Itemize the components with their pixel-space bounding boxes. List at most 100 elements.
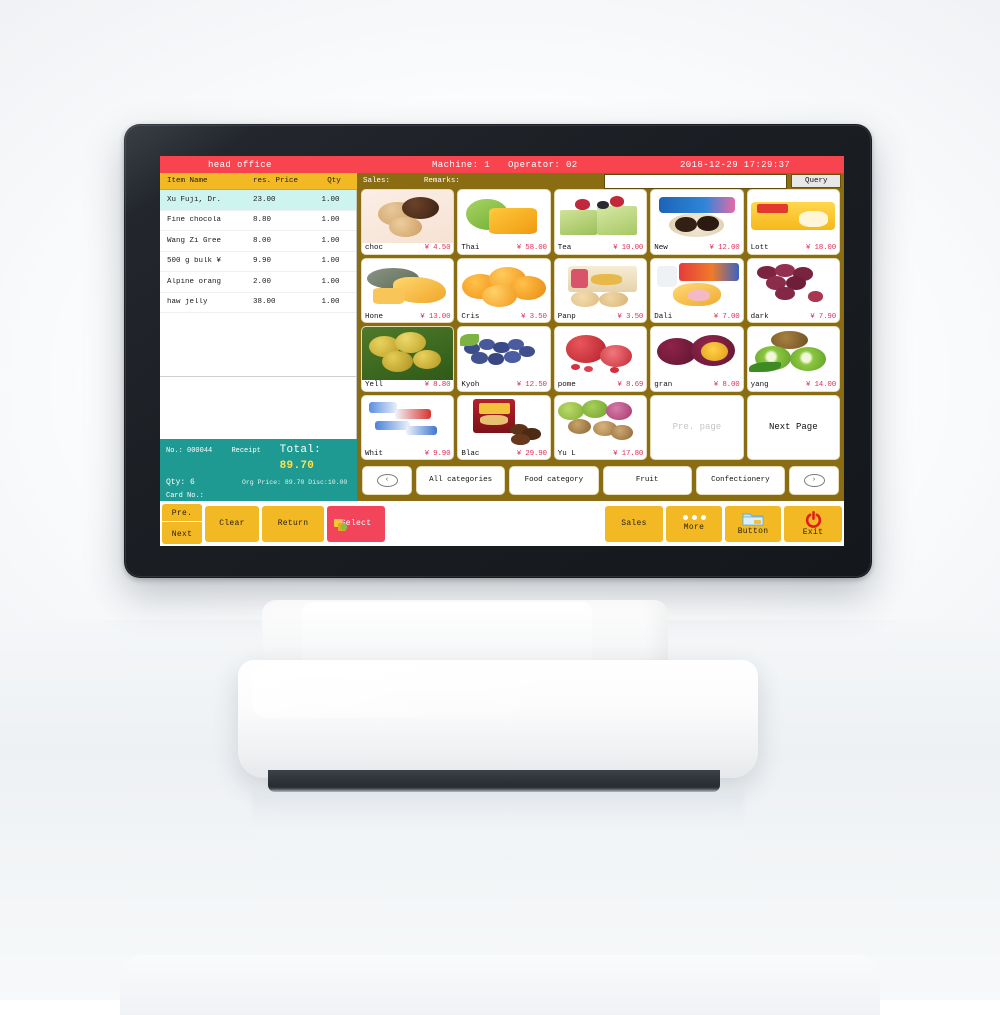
- product-image: [554, 190, 647, 243]
- order-row[interactable]: Wang Zi Gree 8.00 1.00: [160, 231, 356, 252]
- category-button[interactable]: All categories: [416, 465, 506, 495]
- sales-label: Sales:: [363, 177, 391, 185]
- order-row-name: Alpine orang: [167, 277, 222, 286]
- product-tile[interactable]: Yu L ¥ 17.80: [553, 394, 648, 460]
- category-button[interactable]: Confectionery: [695, 465, 785, 495]
- product-price: ¥ 10.00: [613, 244, 644, 252]
- column-item-name: Item Name: [167, 177, 208, 185]
- order-row[interactable]: Alpine orang 2.00 1.00: [160, 272, 356, 293]
- prev-button-label[interactable]: Pre.: [162, 505, 202, 522]
- product-panel-header: Sales: Remarks: Query: [357, 173, 844, 189]
- product-image: [554, 395, 647, 448]
- order-row-name: Fine chocola: [167, 216, 222, 225]
- studio-background: head office Machine: 1 Operator: 02 2018…: [0, 0, 1000, 1015]
- product-tile[interactable]: Blac ¥ 29.90: [457, 394, 551, 460]
- product-panel: Sales: Remarks: Query choc ¥ 4.50 Thai ¥ 58…: [357, 173, 844, 501]
- more-button[interactable]: More: [666, 505, 722, 542]
- product-tile[interactable]: Dali ¥ 7.00: [650, 257, 744, 323]
- order-panel: Item Name res. Price Qty Xu Fuji, Dr. 23.…: [160, 173, 357, 502]
- pos-screen: head office Machine: 1 Operator: 02 2018…: [160, 156, 844, 546]
- product-tile[interactable]: New ¥ 12.00: [650, 189, 744, 255]
- order-row[interactable]: Xu Fuji, Dr. 23.00 1.00: [160, 190, 356, 211]
- product-tile[interactable]: gran ¥ 8.00: [650, 326, 744, 392]
- product-tile[interactable]: Tea ¥ 10.00: [553, 189, 648, 255]
- product-name: pome: [557, 381, 576, 389]
- select-button[interactable]: Select: [327, 505, 385, 542]
- product-tile[interactable]: choc ¥ 4.50: [361, 189, 455, 255]
- product-image: [747, 258, 839, 311]
- product-tile[interactable]: Hone ¥ 13.00: [361, 257, 455, 323]
- product-price: ¥ 8.69: [617, 381, 644, 389]
- product-image: [651, 190, 743, 243]
- order-row-price: 23.00: [253, 195, 276, 204]
- product-name: Cris: [461, 312, 480, 321]
- product-image: [458, 395, 550, 448]
- order-row[interactable]: haw jelly 38.00 1.00: [160, 293, 356, 313]
- search-input[interactable]: [604, 173, 788, 189]
- product-tile[interactable]: Whit ¥ 9.90: [361, 394, 455, 460]
- product-image: [747, 190, 839, 243]
- order-row-qty: 1.00: [321, 257, 340, 266]
- product-tile[interactable]: dark ¥ 7.90: [746, 257, 840, 323]
- product-caption: Panp ¥ 3.50: [555, 311, 646, 322]
- product-tile[interactable]: Thai ¥ 58.00: [457, 189, 551, 255]
- product-tile[interactable]: Panp ¥ 3.50: [553, 257, 648, 323]
- order-row-qty: 1.00: [321, 277, 340, 286]
- more-button-label: More: [683, 523, 705, 532]
- receipt-label: Receipt: [231, 447, 261, 456]
- order-row-name: haw jelly: [167, 298, 208, 307]
- order-row[interactable]: Fine chocola 8.80 1.00: [160, 211, 356, 231]
- stand-reflection: [252, 790, 744, 860]
- next-button-label[interactable]: Next: [162, 526, 202, 542]
- product-caption: Yu L ¥ 17.80: [555, 448, 646, 459]
- function-button[interactable]: Button: [725, 505, 781, 542]
- chevron-right-icon: ›: [803, 473, 825, 487]
- product-name: New: [654, 244, 668, 252]
- next-page-button[interactable]: Next Page: [746, 394, 840, 460]
- column-qty: Qty: [327, 177, 341, 185]
- product-tile[interactable]: Cris ¥ 3.50: [457, 257, 551, 323]
- prev-page-button[interactable]: Pre. page: [650, 394, 744, 460]
- order-row-qty: 1.00: [321, 195, 340, 204]
- product-image: [362, 327, 454, 380]
- order-row[interactable]: 500 g bulk ¥ 9.90 1.00: [160, 252, 356, 272]
- product-price: ¥ 18.00: [805, 244, 836, 252]
- order-rows[interactable]: Xu Fuji, Dr. 23.00 1.00 Fine chocola 8.80 1.0…: [160, 190, 357, 376]
- prev-next-button[interactable]: Pre. Next: [162, 503, 202, 544]
- function-button-label: Button: [737, 527, 769, 536]
- product-tile[interactable]: Lott ¥ 18.00: [746, 189, 840, 255]
- toolbar-spacer: [388, 505, 602, 542]
- table-reflection: [120, 955, 880, 1015]
- query-button[interactable]: Query: [791, 174, 841, 188]
- product-image: [362, 258, 454, 311]
- order-row-name: Xu Fuji, Dr.: [167, 195, 222, 204]
- product-name: Dali: [654, 312, 673, 321]
- stand-foot: [268, 770, 720, 792]
- product-price: ¥ 3.50: [617, 312, 644, 321]
- product-tile[interactable]: Kyoh ¥ 12.50: [457, 326, 551, 392]
- select-icon: [334, 518, 348, 531]
- product-image: [554, 327, 647, 380]
- product-tile[interactable]: Yell ¥ 8.80: [361, 326, 455, 392]
- order-row-price: 8.80: [253, 216, 272, 225]
- product-name: Thai: [461, 244, 480, 252]
- order-row-price: 38.00: [253, 298, 276, 307]
- product-tile[interactable]: yang ¥ 14.00: [746, 326, 840, 392]
- receipt-no: No.: 000044: [166, 447, 213, 456]
- product-name: Blac: [461, 449, 480, 458]
- clear-button[interactable]: Clear: [205, 505, 259, 542]
- category-button[interactable]: Food category: [509, 465, 599, 495]
- product-image: [458, 327, 550, 380]
- prev-category-button[interactable]: ‹: [362, 465, 412, 495]
- sales-button[interactable]: Sales: [605, 505, 663, 542]
- next-category-button[interactable]: ›: [789, 465, 839, 495]
- column-price: res. Price: [253, 177, 299, 185]
- product-price: ¥ 8.80: [424, 381, 451, 389]
- return-button[interactable]: Return: [262, 505, 324, 542]
- category-button[interactable]: Fruit: [602, 465, 692, 495]
- product-name: Panp: [557, 312, 576, 321]
- exit-button[interactable]: Exit: [784, 505, 842, 542]
- product-tile[interactable]: pome ¥ 8.69: [553, 326, 648, 392]
- product-caption: Whit ¥ 9.90: [362, 448, 453, 459]
- category-label: All categories: [429, 475, 493, 484]
